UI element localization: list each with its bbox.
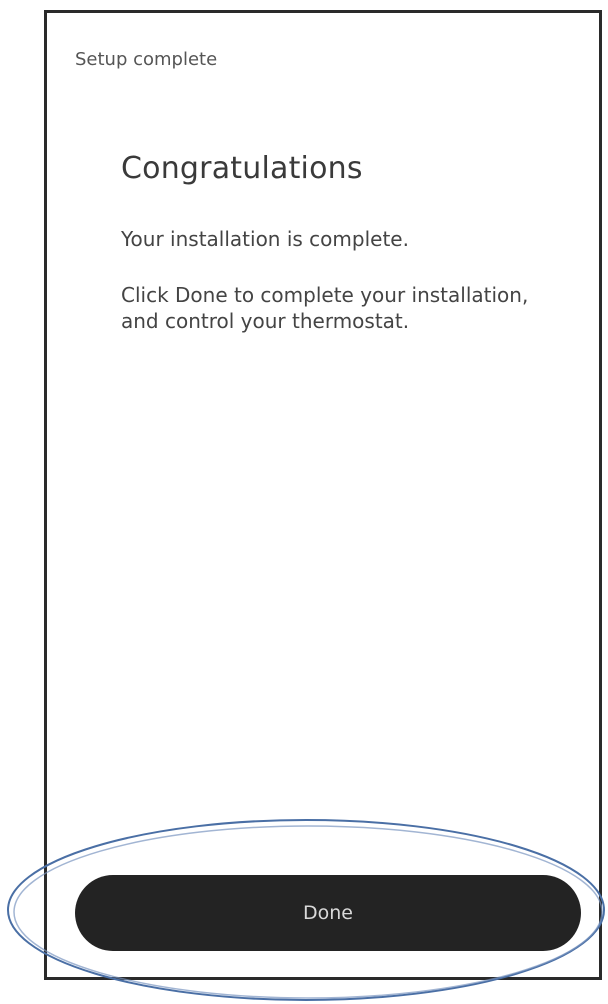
installation-complete-text: Your installation is complete.: [121, 227, 409, 251]
done-instruction-text: Click Done to complete your installation…: [121, 283, 529, 333]
completion-message-block: Congratulations Your installation is com…: [121, 151, 541, 334]
done-button[interactable]: Done: [75, 875, 581, 951]
congratulations-heading: Congratulations: [121, 151, 363, 186]
screen-title: Setup complete: [75, 49, 218, 70]
setup-complete-screen: Setup complete Congratulations Your inst…: [44, 10, 602, 980]
screenshot-canvas: Setup complete Congratulations Your inst…: [0, 0, 608, 1004]
